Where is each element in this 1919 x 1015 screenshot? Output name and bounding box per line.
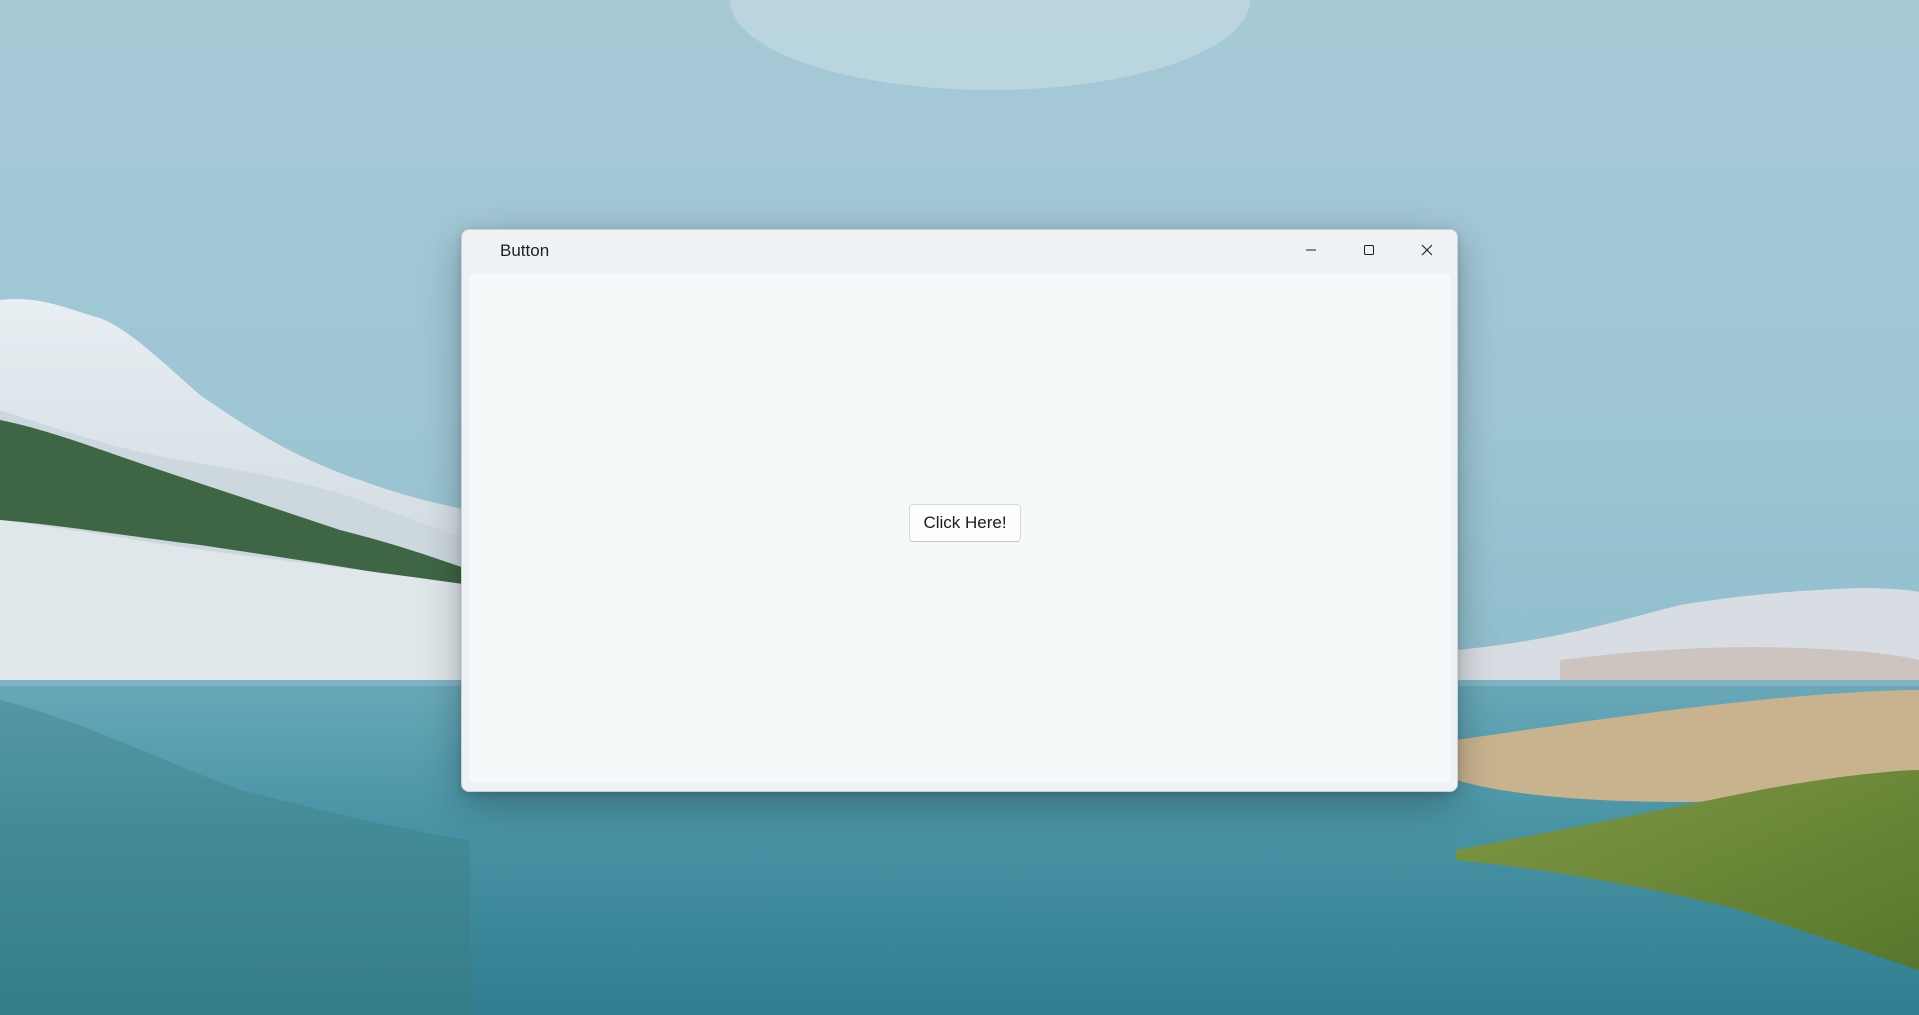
close-button[interactable] — [1398, 230, 1456, 270]
title-bar[interactable]: Button — [462, 230, 1457, 272]
maximize-icon — [1364, 245, 1374, 255]
click-here-button[interactable]: Click Here! — [909, 504, 1021, 542]
minimize-button[interactable] — [1282, 230, 1340, 270]
close-icon — [1421, 244, 1433, 256]
client-area: Click Here! — [469, 274, 1450, 782]
maximize-button[interactable] — [1340, 230, 1398, 270]
window-title: Button — [500, 241, 550, 260]
minimize-icon — [1306, 249, 1316, 251]
desktop: Button Click Here! — [0, 0, 1919, 1015]
app-window: Button Click Here! — [461, 229, 1458, 792]
